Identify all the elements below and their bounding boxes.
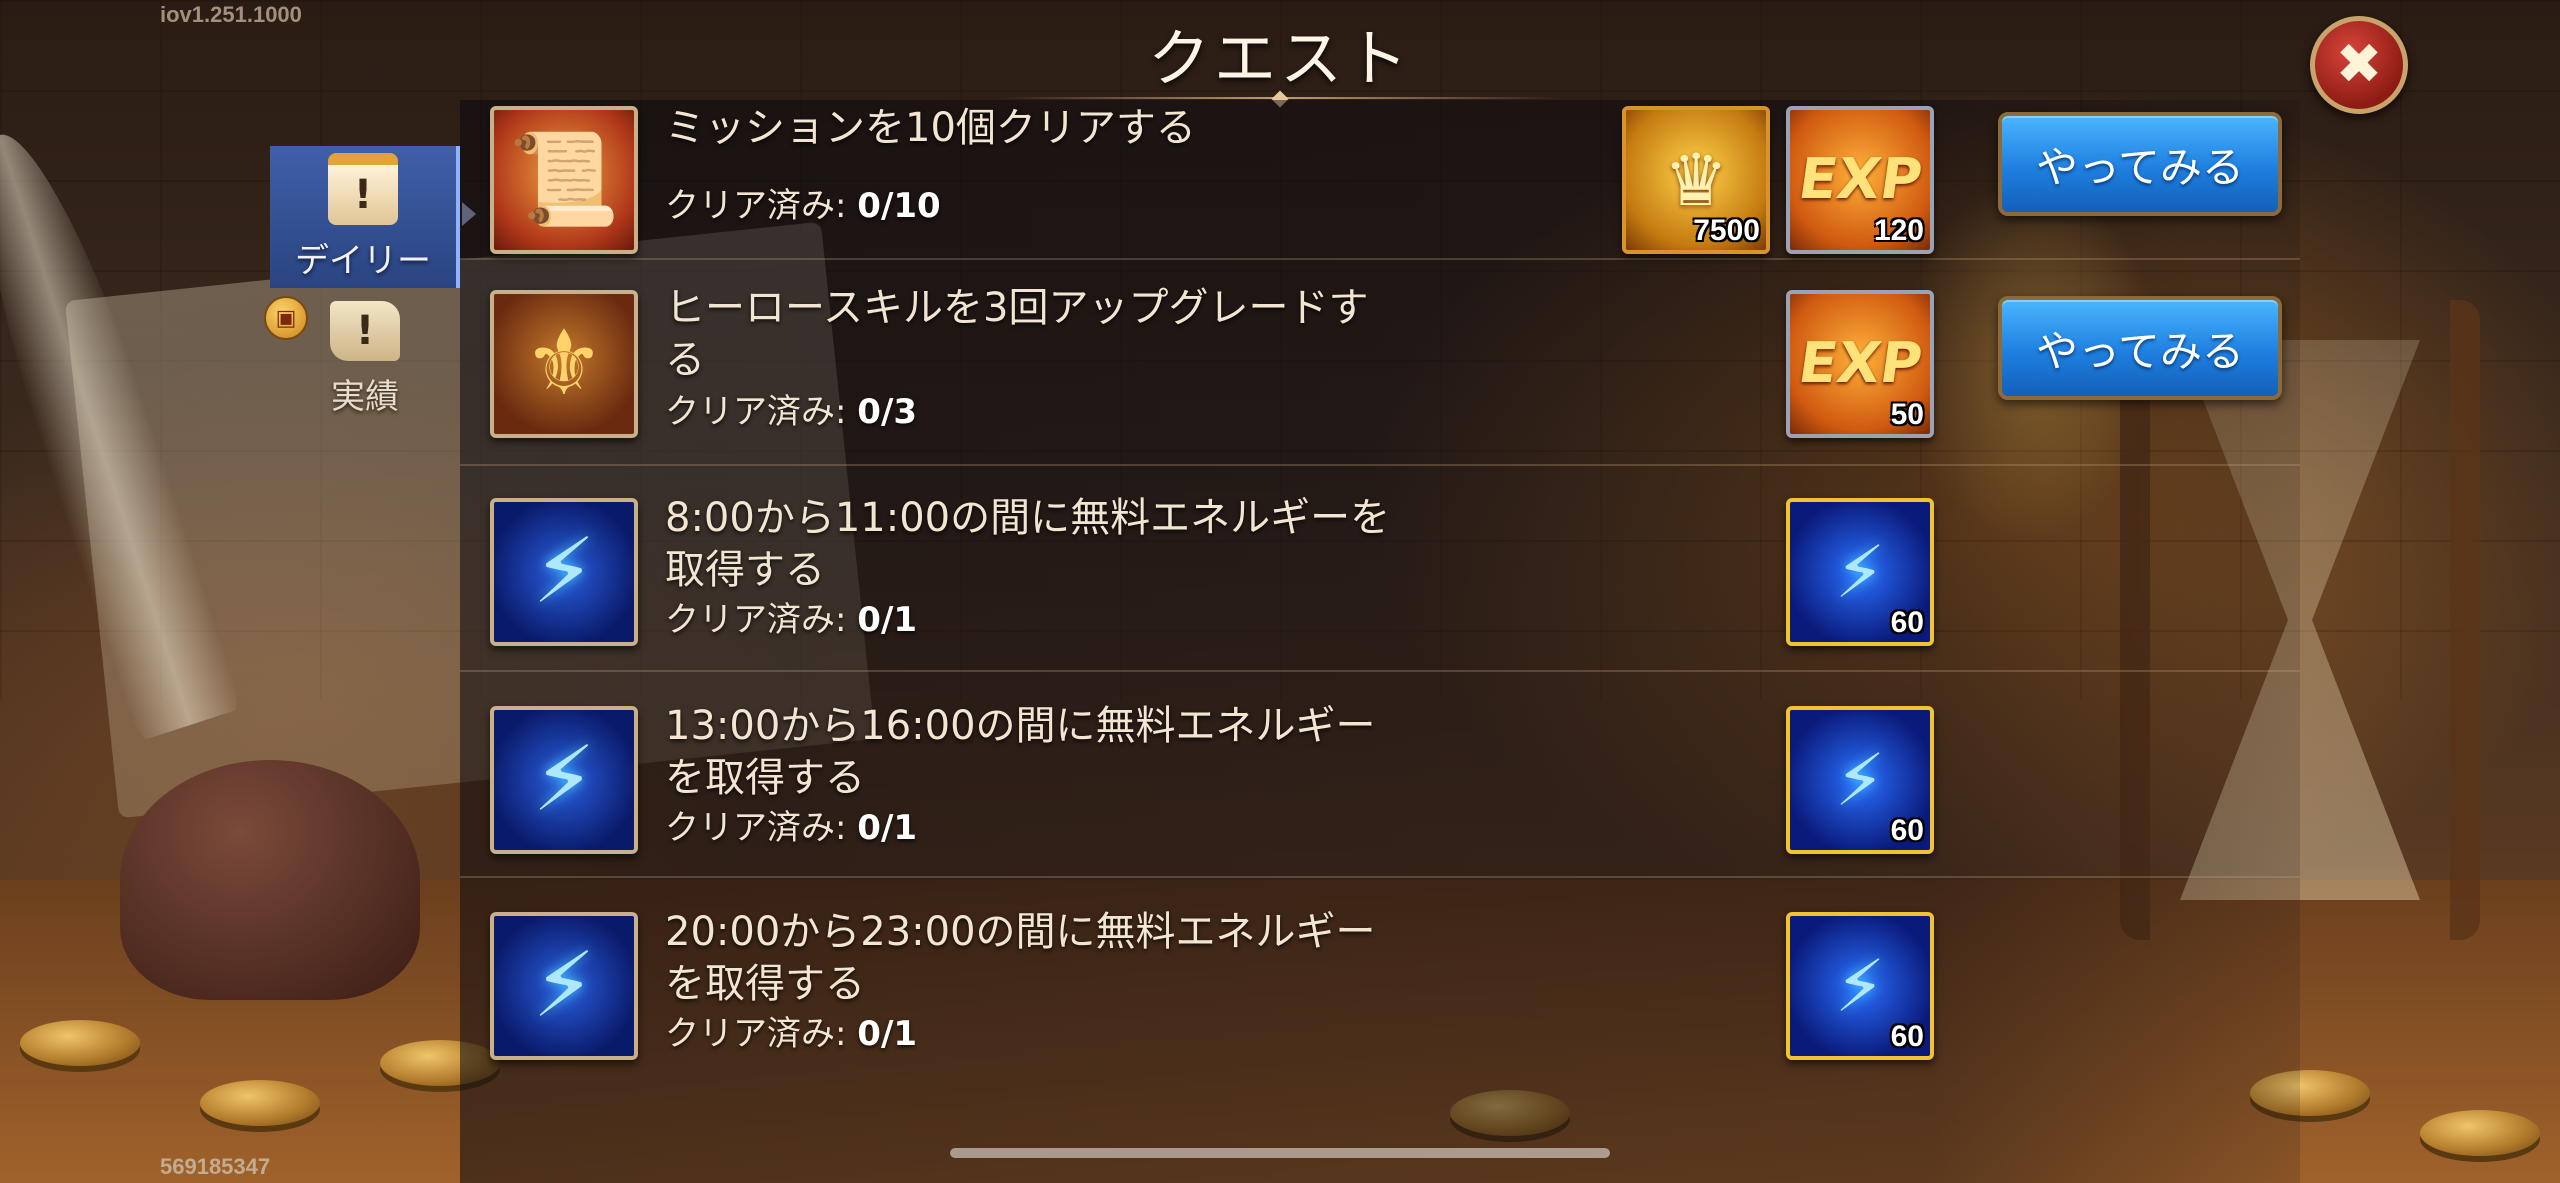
quest-row: ⚡ 8:00から11:00の間に無料エネルギーを取得する クリア済み: 0/1 … xyxy=(460,464,2300,672)
quest-title: ミッションを10個クリアする xyxy=(665,105,1196,151)
gold-coin-icon: ♛ 7500 xyxy=(1622,106,1770,254)
ink-pot xyxy=(120,760,420,1000)
user-id-label: 569185347 xyxy=(160,1154,271,1179)
quest-row: ⚡ 20:00から23:00の間に無料エネルギーを取得する クリア済み: 0/1… xyxy=(460,876,2300,1082)
lightning-icon: ⚡ xyxy=(490,498,638,646)
exp-icon: EXP 120 xyxy=(1786,106,1934,254)
winged-helmet-icon: ⚜ xyxy=(490,290,638,438)
try-quest-button[interactable]: やってみる xyxy=(1998,112,2282,216)
lightning-icon: ⚡ xyxy=(490,912,638,1060)
quest-progress: クリア済み: 0/10 xyxy=(665,186,941,226)
energy-icon: ⚡ 60 xyxy=(1786,498,1934,646)
energy-icon: ⚡ 60 xyxy=(1786,706,1934,854)
close-icon: ✖ xyxy=(2335,32,2383,97)
scroll-icon: 📜 xyxy=(490,106,638,254)
lightning-icon: ⚡ xyxy=(490,706,638,854)
quest-progress: クリア済み: 0/3 xyxy=(665,392,918,432)
try-quest-button[interactable]: やってみる xyxy=(1998,296,2282,400)
quest-title: 8:00から11:00の間に無料エネルギーを取得する xyxy=(665,495,1391,593)
tab-achievements-label: 実績 xyxy=(331,376,399,417)
version-label: iov1.251.1000 xyxy=(160,2,302,27)
tab-daily[interactable]: ! デイリー xyxy=(270,146,476,288)
coin-decoration xyxy=(20,1020,140,1066)
quest-title: ヒーロースキルを3回アップグレードする xyxy=(665,285,1369,383)
gift-icon: ▣ xyxy=(264,296,308,340)
quest-row: ⚜ ヒーロースキルを3回アップグレードする クリア済み: 0/3 EXP 50 … xyxy=(460,258,2300,466)
coin-decoration xyxy=(200,1080,320,1126)
close-button[interactable]: ✖ xyxy=(2310,16,2408,114)
quest-row: 📜 ミッションを10個クリアする クリア済み: 0/10 ♛ 7500 EXP … xyxy=(460,50,2300,260)
quest-category-sidebar: ! デイリー ▣ ! 実績 xyxy=(264,146,476,430)
quest-row: ⚡ 13:00から16:00の間に無料エネルギーを取得する クリア済み: 0/1… xyxy=(460,670,2300,878)
quest-progress: クリア済み: 0/1 xyxy=(665,600,918,640)
tab-daily-label: デイリー xyxy=(295,240,431,281)
calendar-icon: ! xyxy=(328,152,398,225)
tab-achievements[interactable]: ▣ ! 実績 xyxy=(264,288,460,430)
quest-progress: クリア済み: 0/1 xyxy=(665,1014,918,1054)
quest-title: 20:00から23:00の間に無料エネルギーを取得する xyxy=(665,909,1376,1007)
exp-icon: EXP 50 xyxy=(1786,290,1934,438)
energy-icon: ⚡ 60 xyxy=(1786,912,1934,1060)
quest-list[interactable]: 📜 ミッションを10個クリアする クリア済み: 0/10 ♛ 7500 EXP … xyxy=(460,100,2300,1183)
scroll-icon: ! xyxy=(330,300,400,361)
home-indicator-bar[interactable] xyxy=(950,1148,1610,1158)
coin-decoration xyxy=(2420,1110,2540,1156)
quest-title: 13:00から16:00の間に無料エネルギーを取得する xyxy=(665,703,1376,801)
quest-progress: クリア済み: 0/1 xyxy=(665,808,918,848)
